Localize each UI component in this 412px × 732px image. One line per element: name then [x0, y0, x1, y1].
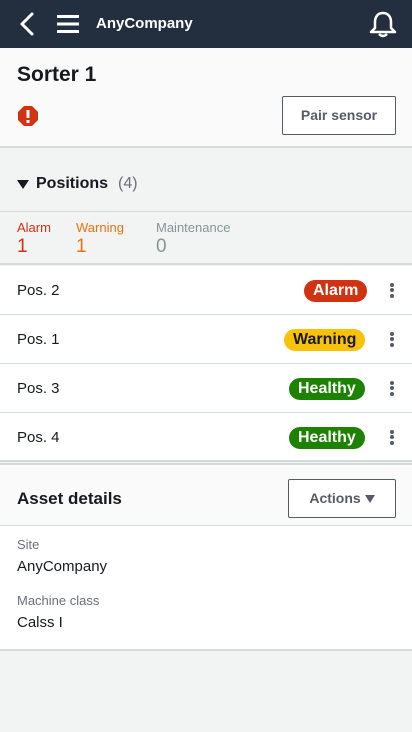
status-badge: Alarm [304, 280, 368, 302]
positions-section-toggle[interactable]: Positions (4) [0, 156, 412, 212]
alarm-stat-value: 1 [17, 236, 28, 257]
status-badge: Healthy [289, 427, 365, 449]
position-row[interactable]: Pos. 3 Healthy [0, 364, 412, 413]
asset-details-panel: Asset details Actions Site AnyCompany Ma… [0, 463, 412, 651]
site-label: Site [17, 537, 40, 552]
page-title: Sorter 1 [17, 63, 97, 86]
alarm-status-icon [18, 106, 38, 126]
maintenance-stat-value: 0 [156, 236, 167, 257]
site-value: AnyCompany [17, 558, 108, 575]
positions-count: (4) [118, 175, 138, 192]
actions-dropdown-button[interactable]: Actions [288, 479, 396, 518]
back-arrow-icon[interactable] [14, 10, 40, 38]
position-name: Pos. 2 [17, 282, 60, 299]
hamburger-menu-icon[interactable] [56, 13, 80, 35]
status-badge: Warning [284, 329, 366, 351]
warning-stat: Warning 1 [76, 220, 124, 258]
position-name: Pos. 1 [17, 331, 60, 348]
app-name: AnyCompany [96, 15, 193, 32]
page-header: Sorter 1 Pair sensor [0, 48, 412, 148]
position-row[interactable]: Pos. 1 Warning [0, 315, 412, 364]
caret-down-icon [364, 495, 375, 504]
machine-class-label: Machine class [17, 593, 100, 608]
positions-label: Positions [36, 175, 109, 192]
pair-sensor-button[interactable]: Pair sensor [282, 96, 396, 135]
alarm-stat-label: Alarm [17, 220, 51, 235]
asset-details-title: Asset details [17, 489, 122, 508]
more-options-icon[interactable] [385, 281, 399, 301]
warning-stat-value: 1 [76, 236, 87, 257]
maintenance-stat-label: Maintenance [156, 220, 231, 235]
more-options-icon[interactable] [385, 428, 399, 448]
warning-stat-label: Warning [76, 220, 124, 235]
machine-class-value: Calss I [17, 614, 63, 631]
maintenance-stat: Maintenance 0 [156, 220, 230, 258]
position-row[interactable]: Pos. 2 Alarm [0, 266, 412, 315]
position-row[interactable]: Pos. 4 Healthy [0, 413, 412, 462]
alarm-stat: Alarm 1 [17, 220, 51, 258]
notification-bell-icon[interactable] [368, 10, 398, 38]
top-app-bar: AnyCompany [0, 0, 412, 48]
status-summary: Alarm 1 Warning 1 Maintenance 0 [0, 213, 412, 265]
position-name: Pos. 3 [17, 380, 60, 397]
caret-down-icon [17, 180, 29, 189]
more-options-icon[interactable] [385, 330, 399, 350]
more-options-icon[interactable] [385, 379, 399, 399]
asset-details-header: Asset details Actions [0, 463, 412, 526]
status-badge: Healthy [289, 378, 365, 400]
position-name: Pos. 4 [17, 429, 60, 446]
actions-label: Actions [309, 490, 361, 506]
